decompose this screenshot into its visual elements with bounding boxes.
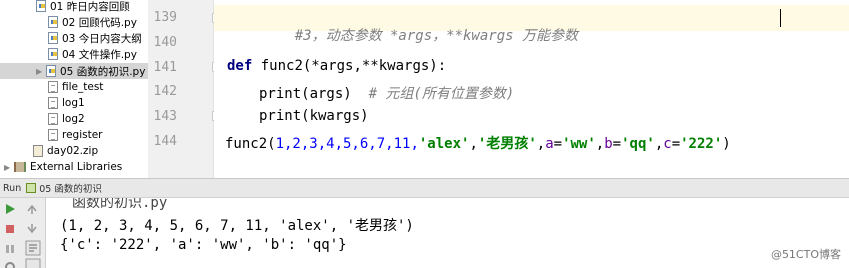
- python-file-icon: [48, 48, 58, 60]
- python-file-icon: [48, 16, 58, 28]
- run-console[interactable]: 函数的初识.py (1, 2, 3, 4, 5, 6, 7, 11, 'alex…: [46, 198, 849, 268]
- code-text: print(kwargs): [259, 108, 369, 124]
- run-config-name[interactable]: 05 函数的初识: [39, 181, 102, 195]
- code-string: '老男孩': [477, 136, 537, 152]
- line-number: 142: [153, 84, 177, 99]
- tree-item-label: 02 回顾代码.py: [62, 16, 137, 29]
- code-text: ,: [654, 136, 664, 152]
- python-file-icon: [48, 32, 58, 44]
- code-line-144[interactable]: func2(1,2,3,4,5,6,7,11,'alex','老男孩',a='w…: [225, 133, 731, 153]
- project-tree: 01 昨日内容回顾 02 回顾代码.py 03 今日内容大纲 04 文件操作.p…: [0, 0, 148, 178]
- code-number: 1,2,3,4,5,6,7,11,: [275, 136, 419, 152]
- expand-arrow-icon[interactable]: ▶: [36, 67, 46, 76]
- watermark: @51CTO博客: [770, 248, 841, 261]
- tree-item-label: External Libraries: [30, 161, 123, 173]
- tree-item-day02-zip[interactable]: day02.zip: [33, 143, 98, 159]
- settings-icon[interactable]: [3, 260, 17, 268]
- text-caret: [780, 9, 781, 27]
- code-text: ,: [469, 136, 478, 152]
- console-line-kwargs: {'c': '222', 'a': 'ww', 'b': 'qq'}: [60, 237, 347, 253]
- tree-item-file-test[interactable]: file_test: [48, 79, 103, 95]
- code-text: =: [553, 136, 563, 152]
- run-tab-label[interactable]: Run: [3, 183, 21, 194]
- text-file-icon: [48, 129, 58, 141]
- python-file-icon: [36, 0, 46, 12]
- tree-item-label: 03 今日内容大纲: [62, 32, 142, 45]
- line-number: 140: [153, 35, 177, 50]
- soft-wrap-icon[interactable]: [25, 240, 41, 256]
- code-line-143[interactable]: print(kwargs): [259, 108, 369, 124]
- scroll-up-icon[interactable]: [25, 202, 39, 216]
- stop-icon[interactable]: [3, 222, 17, 236]
- text-file-icon: [48, 97, 58, 109]
- console-line-args: (1, 2, 3, 4, 5, 6, 7, 11, 'alex', '老男孩'): [60, 218, 414, 234]
- code-text: ,: [536, 136, 546, 152]
- tree-item-03[interactable]: 03 今日内容大纲: [48, 30, 142, 46]
- run-tool-window-header: Run 05 函数的初识: [0, 178, 849, 198]
- code-line-142[interactable]: print(args) # 元组(所有位置参数): [259, 83, 514, 103]
- code-text: =: [612, 136, 622, 152]
- editor-gutter: 139 140 141 142 143 144: [148, 0, 214, 178]
- text-file-icon: [48, 81, 58, 93]
- code-keyword: def: [227, 58, 253, 74]
- tree-item-04[interactable]: 04 文件操作.py: [48, 46, 137, 62]
- tree-item-label: 01 昨日内容回顾: [50, 0, 130, 13]
- code-line-141[interactable]: def func2(*args,**kwargs):: [227, 58, 446, 74]
- code-string: '222': [680, 136, 723, 152]
- scroll-down-icon[interactable]: [25, 222, 39, 236]
- text-file-icon: [48, 113, 58, 125]
- code-comment: #3，动态参数 *args，**kwargs 万能参数: [294, 28, 579, 44]
- console-line-script: 函数的初识.py: [72, 198, 168, 211]
- tree-item-register[interactable]: register: [48, 127, 103, 143]
- zip-file-icon: [33, 145, 43, 157]
- line-number: 144: [153, 134, 177, 149]
- code-text: func2(*args,**kwargs):: [252, 58, 447, 74]
- python-file-icon: [46, 65, 56, 77]
- line-number: 141: [153, 60, 177, 75]
- rerun-icon[interactable]: [3, 202, 17, 216]
- tree-item-log2[interactable]: log2: [48, 111, 85, 127]
- expand-arrow-icon[interactable]: ▶: [4, 163, 14, 172]
- tree-item-label: file_test: [62, 81, 104, 93]
- print-icon[interactable]: [25, 258, 41, 268]
- tree-item-label: log1: [62, 97, 85, 109]
- tree-item-external-libraries[interactable]: ▶ External Libraries: [4, 159, 122, 175]
- code-text: ,: [595, 136, 605, 152]
- library-icon: [14, 162, 26, 172]
- code-text: print(args): [259, 86, 369, 102]
- code-editor[interactable]: #3，动态参数 *args，**kwargs 万能参数 def func2(*a…: [214, 0, 849, 178]
- code-text: ): [722, 136, 731, 152]
- code-kwarg: c: [663, 136, 672, 152]
- line-number: 143: [153, 109, 177, 124]
- code-line-139[interactable]: #3，动态参数 *args，**kwargs 万能参数: [261, 9, 578, 61]
- tree-item-05-selected[interactable]: ▶ 05 函数的初识.py: [0, 63, 148, 79]
- code-string: 'ww': [562, 136, 596, 152]
- code-kwarg: a: [545, 136, 554, 152]
- tree-item-label: 04 文件操作.py: [62, 48, 137, 61]
- tree-item-log1[interactable]: log1: [48, 95, 85, 111]
- tree-item-label: 05 函数的初识.py: [60, 65, 146, 78]
- code-string: 'qq': [621, 136, 655, 152]
- tree-item-label: register: [62, 129, 103, 141]
- pause-icon[interactable]: [3, 242, 17, 256]
- tree-item-01[interactable]: 01 昨日内容回顾: [36, 0, 130, 14]
- run-toolbar: [0, 198, 46, 268]
- code-string: 'alex': [418, 136, 470, 152]
- tree-item-label: day02.zip: [47, 145, 99, 157]
- line-number: 139: [153, 10, 177, 25]
- code-kwarg: b: [604, 136, 613, 152]
- code-text: func2(: [225, 136, 276, 152]
- code-comment: # 元组(所有位置参数): [368, 86, 515, 102]
- python-run-config-icon: [26, 183, 37, 193]
- tree-item-02[interactable]: 02 回顾代码.py: [48, 14, 137, 30]
- tree-item-label: log2: [62, 113, 85, 125]
- code-text: =: [671, 136, 681, 152]
